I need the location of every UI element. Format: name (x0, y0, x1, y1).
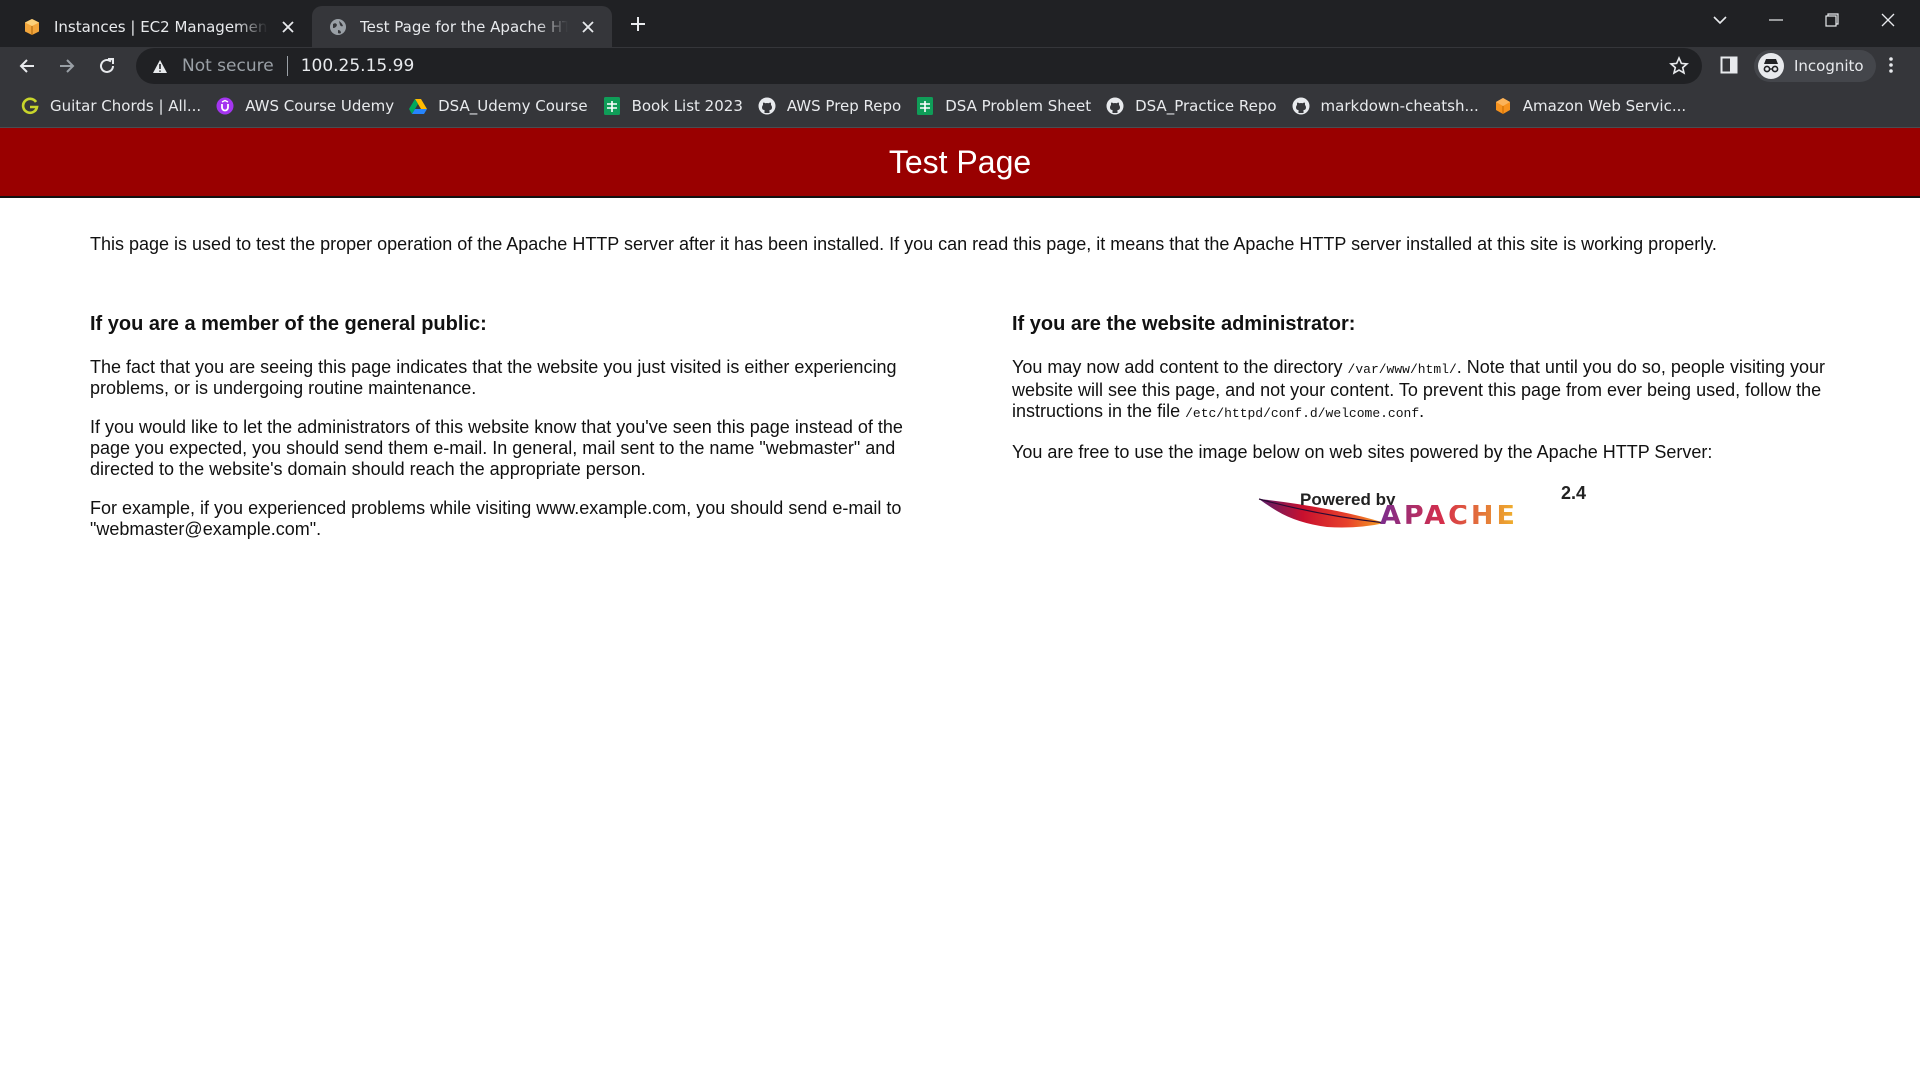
address-bar[interactable]: Not secure 100.25.15.99 (136, 48, 1702, 84)
bookmark-guitar-chords[interactable]: Guitar Chords | All... (16, 90, 211, 122)
globe-icon (328, 17, 348, 37)
close-tab-icon[interactable] (278, 17, 298, 37)
config-file-path: /etc/httpd/conf.d/welcome.conf (1185, 406, 1420, 421)
github-icon (1105, 96, 1125, 116)
bookmark-label: AWS Prep Repo (786, 96, 902, 115)
drive-icon (408, 96, 428, 116)
bookmark-label: DSA Problem Sheet (945, 96, 1092, 115)
restore-icon (1825, 13, 1839, 27)
directory-path: /var/www/html/ (1347, 362, 1457, 377)
admin-section: If you are the website administrator: Yo… (1012, 304, 1852, 539)
bookmark-dsa-practice-repo[interactable]: DSA_Practice Repo (1101, 90, 1286, 122)
minimize-icon (1769, 19, 1783, 21)
bookmarks-bar: Guitar Chords | All... AWS Course Udemy … (0, 84, 1920, 128)
close-window-button[interactable] (1860, 0, 1916, 40)
side-panel-button[interactable] (1714, 50, 1744, 80)
powered-by-apache-badge: Powered by 2.4 APACHE (1257, 483, 1597, 539)
plus-icon (631, 17, 645, 31)
kebab-menu-icon (1889, 57, 1893, 73)
aws-cube-icon (1493, 96, 1513, 116)
apache-wordmark: APACHE (1380, 500, 1518, 531)
arrow-right-icon (60, 59, 75, 73)
tab-search-button[interactable] (1692, 0, 1748, 40)
public-paragraph-1: The fact that you are seeing this page i… (90, 357, 897, 398)
bookmark-star-icon[interactable] (1668, 55, 1690, 77)
profile-label: Incognito (1794, 57, 1864, 75)
admin-text: You may now add content to the directory (1012, 357, 1348, 377)
admin-heading: If you are the website administrator: (1012, 313, 1356, 335)
divider (286, 56, 288, 76)
public-section: If you are a member of the general publi… (90, 304, 920, 558)
public-heading: If you are a member of the general publi… (90, 313, 487, 335)
public-paragraph-3: For example, if you experienced problems… (90, 498, 902, 539)
tab-ec2-instances[interactable]: Instances | EC2 Management Console (6, 6, 312, 47)
forward-button[interactable] (50, 49, 84, 83)
bookmark-amazon-web-services[interactable]: Amazon Web Servic... (1489, 90, 1696, 122)
admin-text: . (1419, 401, 1425, 421)
github-icon (1291, 96, 1311, 116)
page-title: Test Page (888, 143, 1032, 180)
browser-menu-button[interactable] (1876, 50, 1906, 80)
url-text[interactable]: 100.25.15.99 (301, 56, 415, 76)
bookmark-label: markdown-cheatsh... (1320, 96, 1479, 115)
bookmark-label: Guitar Chords | All... (50, 96, 202, 115)
reload-button[interactable] (90, 49, 124, 83)
tab-title: Instances | EC2 Management Console (54, 17, 268, 36)
tab-strip: Instances | EC2 Management Console Test … (0, 0, 1920, 47)
aws-box-icon (22, 17, 42, 37)
admin-paragraph-1: You may now add content to the directory… (1012, 357, 1852, 424)
sheets-icon (602, 96, 622, 116)
new-tab-button[interactable] (624, 10, 652, 38)
bookmark-aws-course-udemy[interactable]: AWS Course Udemy (211, 90, 404, 122)
side-panel-icon (1720, 56, 1738, 74)
close-tab-icon[interactable] (578, 17, 598, 37)
arrow-left-icon (19, 59, 34, 73)
udemy-icon (215, 96, 235, 116)
bookmark-label: AWS Course Udemy (245, 96, 395, 115)
bookmark-aws-prep-repo[interactable]: AWS Prep Repo (753, 90, 911, 122)
sheets-icon (915, 96, 935, 116)
page-banner: Test Page (0, 128, 1920, 198)
bookmark-label: DSA_Practice Repo (1135, 96, 1277, 115)
incognito-icon (1758, 53, 1784, 79)
bookmark-label: Book List 2023 (631, 96, 743, 115)
security-label[interactable]: Not secure (182, 56, 274, 76)
bookmark-label: Amazon Web Servic... (1522, 96, 1687, 115)
close-icon (1881, 13, 1895, 27)
bookmark-dsa-udemy-course[interactable]: DSA_Udemy Course (404, 90, 597, 122)
bookmark-book-list-2023[interactable]: Book List 2023 (598, 90, 753, 122)
back-button[interactable] (10, 49, 44, 83)
bookmark-label: DSA_Udemy Course (438, 96, 588, 115)
github-icon (757, 96, 777, 116)
apache-version: 2.4 (1561, 483, 1587, 503)
bookmark-markdown-cheatsheet[interactable]: markdown-cheatsh... (1287, 90, 1489, 122)
public-paragraph-2: If you would like to let the administrat… (90, 417, 903, 479)
restore-button[interactable] (1804, 0, 1860, 40)
reload-icon (100, 58, 114, 73)
warning-triangle-icon[interactable] (150, 56, 170, 76)
incognito-profile-button[interactable]: Incognito (1754, 50, 1876, 82)
tab-apache-test-page[interactable]: Test Page for the Apache HTTP Server (312, 6, 612, 47)
bookmark-dsa-problem-sheet[interactable]: DSA Problem Sheet (911, 90, 1101, 122)
intro-text: This page is used to test the proper ope… (90, 234, 1717, 254)
minimize-button[interactable] (1748, 0, 1804, 40)
g-logo-icon (20, 96, 40, 116)
chevron-down-icon (1713, 16, 1727, 25)
web-page: Test Page This page is used to test the … (0, 128, 1920, 1080)
tab-title: Test Page for the Apache HTTP Server (360, 17, 568, 36)
admin-paragraph-2: You are free to use the image below on w… (1012, 442, 1713, 462)
browser-toolbar: Not secure 100.25.15.99 Incognito (0, 47, 1920, 84)
